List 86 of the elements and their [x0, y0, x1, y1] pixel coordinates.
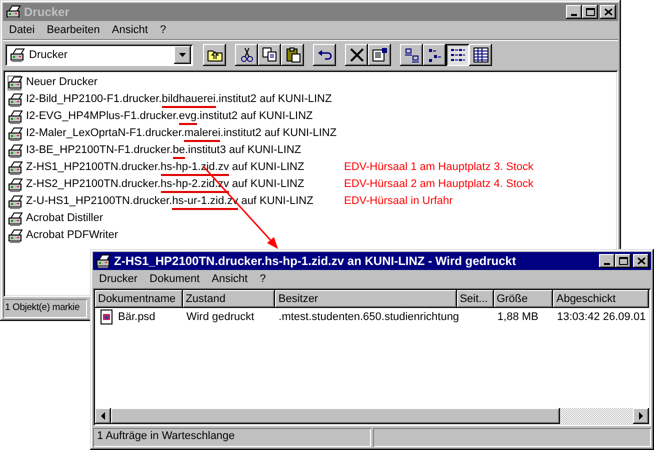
printer-item[interactable]: I2-Bild_HP2100-F1.drucker.bildhauerei.institut2 auf KUNI-LINZ: [26, 93, 338, 106]
document-icon: [99, 309, 115, 326]
dropdown-button[interactable]: [174, 46, 191, 64]
scissors-icon: [238, 47, 254, 64]
address-text: Drucker: [29, 48, 68, 62]
menu-item[interactable]: Dokument: [144, 272, 206, 288]
table-cell: Bär.psd: [118, 310, 156, 324]
printer-item[interactable]: Neuer Drucker: [26, 76, 338, 90]
table-cell: Wird gedruckt: [186, 310, 254, 324]
column-header[interactable]: Seit...: [456, 290, 494, 308]
status-text: 1 Aufträge in Warteschlange: [93, 428, 371, 447]
menu-item[interactable]: Ansicht: [206, 272, 254, 288]
printer-icon: [7, 142, 23, 159]
delete-button[interactable]: [345, 44, 368, 66]
column-header[interactable]: Besitzer: [275, 290, 457, 308]
column-header[interactable]: Dokumentname: [95, 290, 183, 308]
large-icons-button[interactable]: [400, 44, 423, 66]
caret-icon: [179, 53, 186, 58]
properties-icon: [372, 47, 388, 64]
copy-button[interactable]: [258, 44, 281, 66]
printer-icon: [7, 228, 23, 244]
window-title: Z-HS1_HP2100TN.drucker.hs-hp-1.zid.zv an KUNI-LINZ - Wird gedruckt: [114, 254, 516, 268]
maximize-icon: [618, 257, 628, 265]
list-icon: [450, 47, 466, 64]
menu-item[interactable]: ?: [154, 23, 172, 38]
scroll-left-button[interactable]: [95, 408, 111, 424]
maximize-button[interactable]: [615, 254, 631, 268]
undo-button[interactable]: [313, 44, 336, 66]
delete-icon: [348, 47, 364, 64]
copy-icon: [262, 47, 278, 64]
printer-icon: [7, 92, 23, 108]
table-cell: 1,88 MB: [497, 310, 538, 324]
menu-item[interactable]: Datei: [3, 23, 41, 38]
scroll-thumb[interactable]: [111, 408, 560, 424]
list-button[interactable]: [446, 44, 469, 66]
printer-item[interactable]: Acrobat Distiller: [26, 212, 338, 226]
small-icons-button[interactable]: [423, 44, 446, 66]
address-combo[interactable]: Drucker: [5, 44, 193, 66]
table-cell: 13:03:42 26.09.01: [557, 310, 646, 324]
large-icons-icon: [404, 47, 420, 64]
maximize-button[interactable]: [582, 5, 598, 19]
right-arrow-icon: [639, 412, 643, 420]
column-header[interactable]: Zustand: [182, 290, 276, 308]
printer-icon: [7, 210, 23, 227]
small-icons-icon: [426, 47, 442, 64]
details-icon: [472, 47, 488, 64]
up-folder-button[interactable]: [203, 44, 226, 66]
new-printer-icon: [7, 74, 23, 91]
close-button[interactable]: [600, 5, 616, 19]
annotation-note: EDV-Hürsaal 1 am Hauptplatz 3. Stock: [344, 161, 534, 174]
printer-icon: [7, 176, 23, 193]
printer-icon: [7, 108, 23, 125]
paste-button[interactable]: [281, 44, 304, 66]
close-button[interactable]: [633, 254, 649, 268]
printer-item[interactable]: Acrobat PDFWriter: [26, 229, 338, 242]
minimize-button[interactable]: [599, 254, 615, 268]
details-button[interactable]: [469, 44, 492, 66]
menu-item[interactable]: Ansicht: [106, 23, 154, 38]
status-text: 1 Objekt(e) markie: [3, 299, 87, 318]
printer-icon: [7, 194, 23, 210]
printer-icon: [9, 47, 25, 64]
maximize-icon: [586, 8, 594, 16]
column-header[interactable]: Größe: [494, 290, 554, 308]
scroll-right-button[interactable]: [633, 408, 649, 424]
printer-item[interactable]: I2-EVG_HP4MPlus-F1.drucker.evg.institut2 auf KUNI-LINZ: [26, 110, 338, 124]
printer-icon: [7, 160, 23, 176]
minimize-button[interactable]: [566, 5, 582, 19]
menu-item[interactable]: Bearbeiten: [40, 23, 106, 38]
window-title: Drucker: [24, 4, 70, 20]
annotation-note: EDV-Hürsaal 2 am Hauptplatz 4. Stock: [344, 178, 534, 192]
paste-icon: [284, 47, 300, 64]
close-icon: [636, 257, 646, 265]
table-cell: .mtest.studenten.650.studienrichtung: [278, 310, 460, 324]
left-arrow-icon: [101, 412, 105, 420]
printer-item[interactable]: I2-Maler_LexOprtaN-F1.drucker.malerei.institut2 auf KUNI-LINZ: [26, 127, 338, 140]
cut-button[interactable]: [235, 44, 258, 66]
printer-icon: [7, 126, 23, 142]
printer-item[interactable]: I3-BE_HP2100TN-F1.drucker.be.institut3 auf KUNI-LINZ: [26, 144, 338, 158]
printer-item[interactable]: Z-HS1_HP2100TN.drucker.hs-hp-1.zid.zv auf KUNI-LINZ: [26, 161, 338, 174]
annotation-note: EDV-Hürsaal in Urfahr: [344, 195, 453, 208]
properties-button[interactable]: [368, 44, 391, 66]
printer-icon: [95, 253, 111, 269]
menu-item[interactable]: ?: [254, 272, 272, 288]
menu-item[interactable]: Drucker: [93, 272, 144, 288]
column-header[interactable]: Abgeschickt: [553, 290, 650, 308]
close-icon: [604, 8, 612, 16]
